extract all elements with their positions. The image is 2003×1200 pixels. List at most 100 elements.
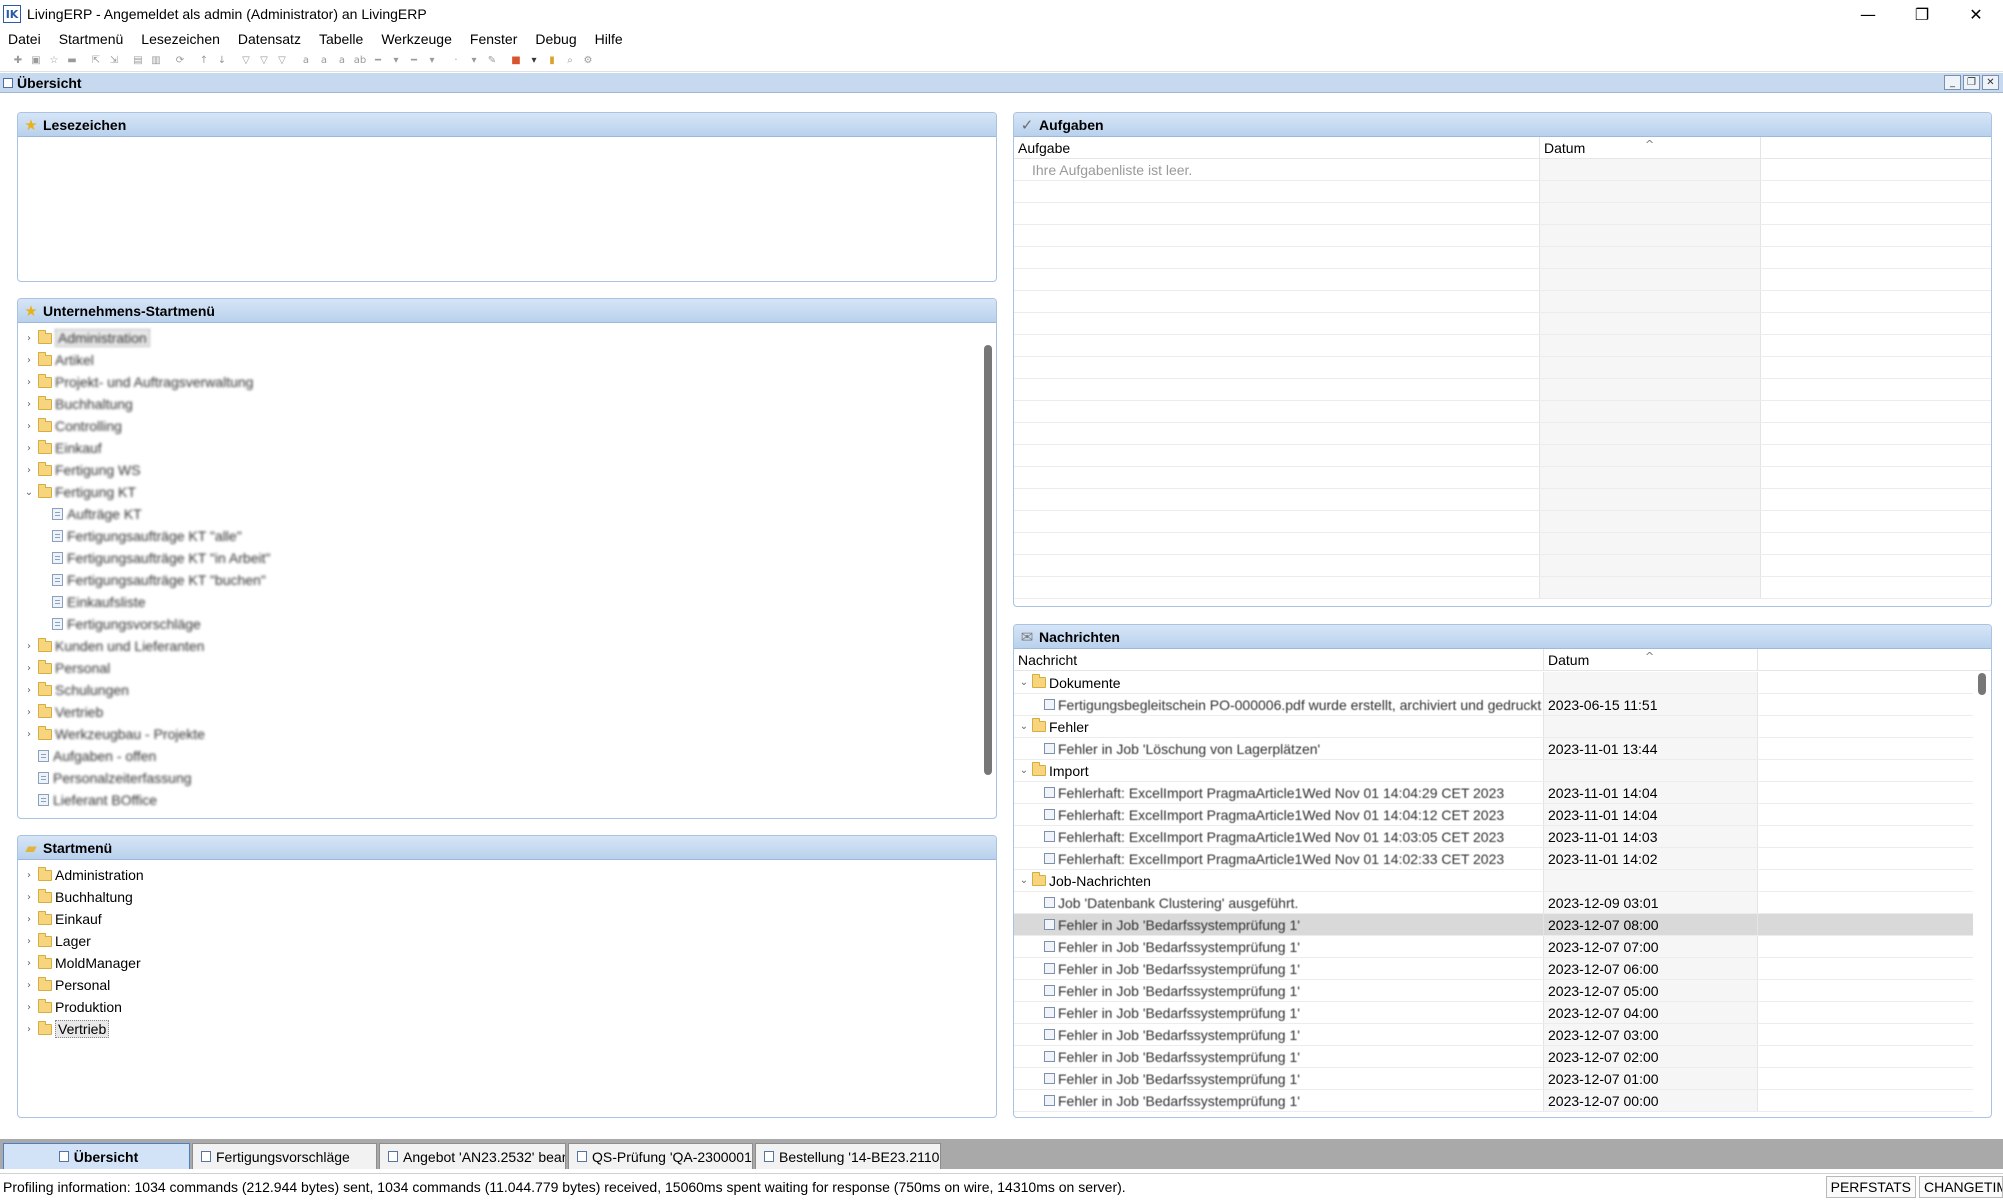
tree-item[interactable]: Service Punkt [22,811,978,814]
chevron-right-icon[interactable]: › [22,870,36,881]
tree-item[interactable]: › Artikel [22,349,978,371]
restore-button[interactable]: ❐ [1895,0,1949,28]
save-icon[interactable]: ▣ [28,54,44,68]
filter-clear-icon[interactable]: ▽ [274,54,290,68]
import-icon[interactable]: ⇲ [106,54,122,68]
message-row[interactable]: Job 'Datenbank Clustering' ausgeführt. 20… [1014,892,1973,914]
changetime-button[interactable]: CHANGETIME [1919,1176,2003,1198]
menu-debug[interactable]: Debug [526,31,585,47]
filter-icon[interactable]: ▽ [238,54,254,68]
message-row[interactable]: Fehlerhaft: ExcelImport PragmaArticle1We… [1014,782,1973,804]
chevron-right-icon[interactable]: › [22,936,36,947]
messages-scrollbar[interactable] [1978,673,1986,695]
message-row[interactable]: Fehler in Job 'Bedarfssystemprüfung 1' 20… [1014,1090,1973,1112]
message-row[interactable]: Fehlerhaft: ExcelImport PragmaArticle1We… [1014,804,1973,826]
chevron-right-icon[interactable]: › [22,443,36,454]
tree-item[interactable]: Fertigungsaufträge KT "alle" [22,525,978,547]
chevron-right-icon[interactable]: › [22,333,36,344]
menu-datensatz[interactable]: Datensatz [229,31,310,47]
chevron-right-icon[interactable]: › [22,663,36,674]
menu-startmen-[interactable]: Startmenü [50,31,133,47]
message-row[interactable]: Fehler in Job 'Bedarfssystemprüfung 1' 20… [1014,914,1973,936]
chevron-right-icon[interactable]: › [22,1002,36,1013]
tree-item[interactable]: › Lager [22,930,978,952]
chevron-right-icon[interactable]: › [22,892,36,903]
new-record-icon[interactable]: ✚ [10,54,26,68]
sort-descending-icon[interactable]: ↓ [214,54,230,68]
message-row[interactable]: Fehler in Job 'Bedarfssystemprüfung 1' 20… [1014,1002,1973,1024]
tree-item[interactable]: › Controlling [22,415,978,437]
chevron-right-icon[interactable]: › [22,1024,36,1035]
overview-close-button[interactable]: ✕ [1982,75,1999,90]
table-row[interactable]: Ihre Aufgabenliste ist leer. [1014,159,1991,181]
print-preview-icon[interactable]: ▥ [148,54,164,68]
chevron-right-icon[interactable]: › [22,980,36,991]
tree-item[interactable]: Personalzeiterfassung [22,767,978,789]
message-group-row[interactable]: ⌄ Dokumente [1014,672,1973,694]
dropdown-arrow-icon[interactable]: ▾ [424,54,440,68]
tree-item[interactable]: › Kunden und Lieferanten [22,635,978,657]
message-row[interactable]: Fehler in Job 'Löschung von Lagerplätzen… [1014,738,1973,760]
font-bold-icon[interactable]: a [298,54,314,68]
company-menu-scrollbar[interactable] [984,345,992,775]
message-row[interactable]: Fehler in Job 'Bedarfssystemprüfung 1' 20… [1014,1046,1973,1068]
overview-minimize-button[interactable]: _ [1944,75,1961,90]
chevron-down-icon[interactable]: ⌄ [1018,875,1030,886]
tree-item[interactable]: Einkaufsliste [22,591,978,613]
tree-item[interactable]: Lieferant BOffice [22,789,978,811]
menu-datei[interactable]: Datei [0,31,50,47]
menu-fenster[interactable]: Fenster [461,31,526,47]
font-underline-icon[interactable]: a [334,54,350,68]
message-row[interactable]: Fehlerhaft: ExcelImport PragmaArticle1We… [1014,848,1973,870]
filter-add-icon[interactable]: ▽ [256,54,272,68]
print-icon[interactable]: ▤ [130,54,146,68]
chevron-down-icon[interactable]: ⌄ [1018,721,1030,732]
document-tab[interactable]: Fertigungsvorschläge [192,1143,377,1169]
message-row[interactable]: Fehler in Job 'Bedarfssystemprüfung 1' 20… [1014,958,1973,980]
chevron-right-icon[interactable]: › [22,914,36,925]
tree-item[interactable]: › Produktion [22,996,978,1018]
tree-item[interactable]: › Buchhaltung [22,393,978,415]
dropdown-arrow-icon[interactable]: ▾ [388,54,404,68]
tree-item[interactable]: › Projekt- und Auftragsverwaltung [22,371,978,393]
line-style-icon[interactable]: ━ [370,54,386,68]
menu-tabelle[interactable]: Tabelle [310,31,372,47]
tree-item[interactable]: Aufträge KT [22,503,978,525]
chevron-right-icon[interactable]: › [22,958,36,969]
settings-icon[interactable]: ⚙ [580,54,596,68]
edit-icon[interactable]: ✎ [484,54,500,68]
sort-ascending-icon[interactable]: ↑ [196,54,212,68]
search-icon[interactable]: ⌕ [562,54,578,68]
column-header-task[interactable]: Aufgabe [1014,137,1540,158]
message-group-row[interactable]: ⌄ Import [1014,760,1973,782]
tree-item[interactable]: ⌄ Fertigung KT [22,481,978,503]
document-tab[interactable]: Bestellung '14-BE23.2110' b [755,1143,941,1169]
tree-item[interactable]: › Einkauf [22,908,978,930]
tree-item[interactable]: › Personal [22,974,978,996]
tree-item[interactable]: Fertigungsaufträge KT "in Arbeit" [22,547,978,569]
tree-item[interactable]: › Schulungen [22,679,978,701]
menu-hilfe[interactable]: Hilfe [586,31,632,47]
font-italic-icon[interactable]: a [316,54,332,68]
tree-item[interactable]: › Administration [22,864,978,886]
tree-item[interactable]: › Buchhaltung [22,886,978,908]
tree-item[interactable]: › Vertrieb [22,1018,978,1040]
chevron-right-icon[interactable]: › [22,729,36,740]
message-group-row[interactable]: ⌄ Job-Nachrichten [1014,870,1973,892]
chevron-right-icon[interactable]: › [22,399,36,410]
chevron-down-icon[interactable]: ⌄ [22,487,36,498]
bookmark-icon[interactable]: ☆ [46,54,62,68]
refresh-icon[interactable]: ⟳ [172,54,188,68]
dropdown-arrow-icon[interactable]: ▾ [466,54,482,68]
column-header-message[interactable]: Nachricht [1014,649,1544,670]
minimize-button[interactable]: — [1841,0,1895,28]
tree-item[interactable]: › MoldManager [22,952,978,974]
chevron-right-icon[interactable]: › [22,421,36,432]
strikethrough-icon[interactable]: ab [352,54,368,68]
chevron-right-icon[interactable]: › [22,641,36,652]
message-row[interactable]: Fehler in Job 'Bedarfssystemprüfung 1' 20… [1014,936,1973,958]
message-row[interactable]: Fertigungsbegleitschein PO-000006.pdf wu… [1014,694,1973,716]
chevron-right-icon[interactable]: › [22,685,36,696]
tree-item[interactable]: › Einkauf [22,437,978,459]
message-row[interactable]: Fehler in Job 'Bedarfssystemprüfung 1' 20… [1014,980,1973,1002]
